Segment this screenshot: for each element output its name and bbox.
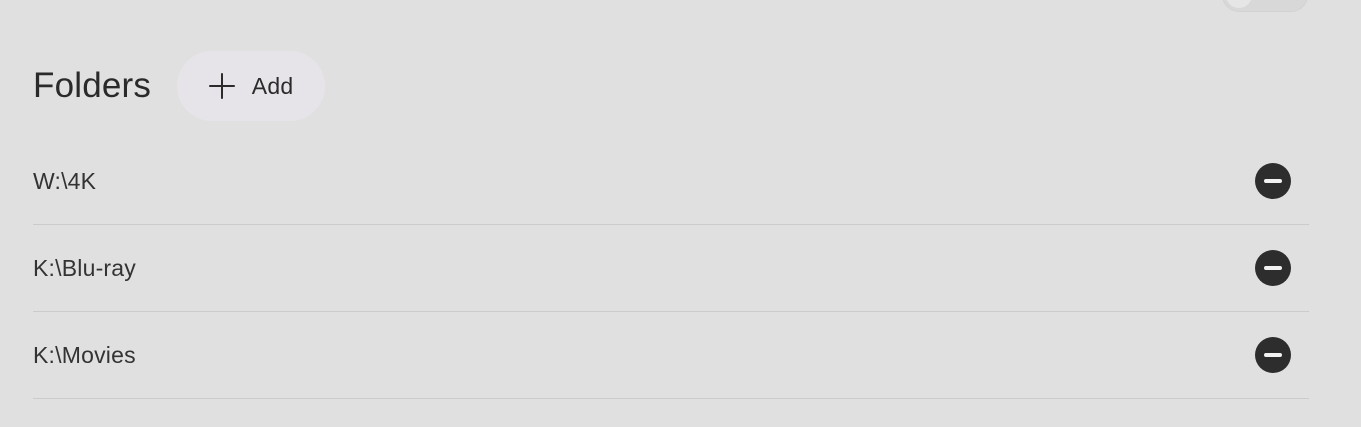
remove-folder-button[interactable] <box>1255 337 1291 373</box>
toggle-knob <box>1226 0 1252 8</box>
folder-path: K:\Blu-ray <box>33 255 136 281</box>
add-button-label: Add <box>251 72 294 99</box>
folder-row: K:\Blu-ray <box>33 225 1309 312</box>
remove-folder-button[interactable] <box>1255 163 1291 199</box>
folder-row: K:\Movies <box>33 312 1309 399</box>
add-folder-button[interactable]: Add <box>177 51 326 121</box>
minus-circle-icon <box>1264 179 1282 183</box>
plus-icon <box>208 73 235 99</box>
minus-circle-icon <box>1264 353 1282 357</box>
folder-list: W:\4K K:\Blu-ray K:\Movies <box>33 138 1309 399</box>
section-title: Folders <box>33 66 152 105</box>
folders-header: Folders Add <box>33 51 326 121</box>
folder-row: W:\4K <box>33 138 1309 225</box>
minus-circle-icon <box>1264 266 1282 270</box>
remove-folder-button[interactable] <box>1255 250 1291 286</box>
folder-path: W:\4K <box>33 168 97 194</box>
toggle-switch[interactable] <box>1222 0 1308 12</box>
folder-path: K:\Movies <box>33 342 136 368</box>
